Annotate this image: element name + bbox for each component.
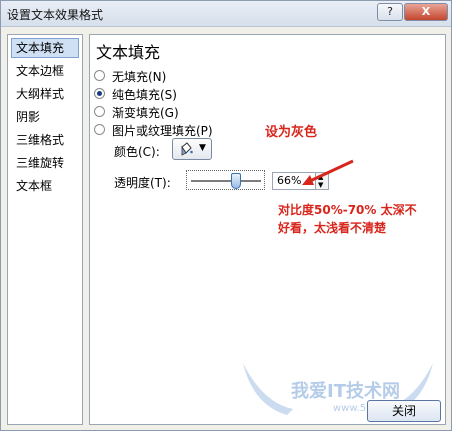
sidebar: 文本填充 文本边框 大纲样式 阴影 三维格式 三维旋转 文本框 [7,34,83,425]
dropdown-arrow-icon: ▼ [199,143,206,153]
sidebar-item-outline-style[interactable]: 大纲样式 [11,84,79,104]
sidebar-item-text-border[interactable]: 文本边框 [11,61,79,81]
radio-label: 纯色填充(S) [112,88,177,102]
sidebar-item-text-fill[interactable]: 文本填充 [11,38,79,58]
close-button[interactable]: 关闭 [367,400,441,422]
radio-label: 无填充(N) [112,70,167,84]
sidebar-item-shadow[interactable]: 阴影 [11,107,79,127]
slider-track [191,180,261,182]
sidebar-item-text-box[interactable]: 文本框 [11,176,79,196]
sidebar-item-3d-format[interactable]: 三维格式 [11,130,79,150]
dialog-title: 设置文本效果格式 [7,8,104,22]
window-close-button[interactable]: X [404,3,448,21]
radio-button-icon[interactable] [94,124,105,135]
radio-button-icon[interactable] [94,88,105,99]
color-label: 颜色(C): [114,145,160,159]
sidebar-item-3d-rotation[interactable]: 三维旋转 [11,153,79,173]
transparency-slider[interactable] [186,170,265,190]
radio-label: 图片或纹理填充(P) [112,124,213,138]
annotation-contrast-line2: 好看，太浅看不清楚 [278,221,387,235]
radio-button-icon[interactable] [94,106,105,117]
title-bar: 设置文本效果格式 ? X [1,1,451,27]
section-title: 文本填充 [96,43,161,62]
annotation-contrast-line1: 对比度50%-70% 太深不 [278,203,417,217]
slider-thumb[interactable] [230,173,241,189]
paint-bucket-icon [181,142,193,156]
transparency-label: 透明度(T): [114,176,171,190]
format-text-effects-dialog: 设置文本效果格式 ? X 文本填充 文本边框 大纲样式 阴影 三维格式 三维旋转… [0,0,452,431]
radio-label: 渐变填充(G) [112,106,179,120]
radio-button-icon[interactable] [94,70,105,81]
color-picker-button[interactable]: ▼ [172,138,212,160]
annotation-set-gray: 设为灰色 [265,125,318,140]
annotation-arrow-icon [302,159,354,185]
help-button[interactable]: ? [377,3,403,21]
